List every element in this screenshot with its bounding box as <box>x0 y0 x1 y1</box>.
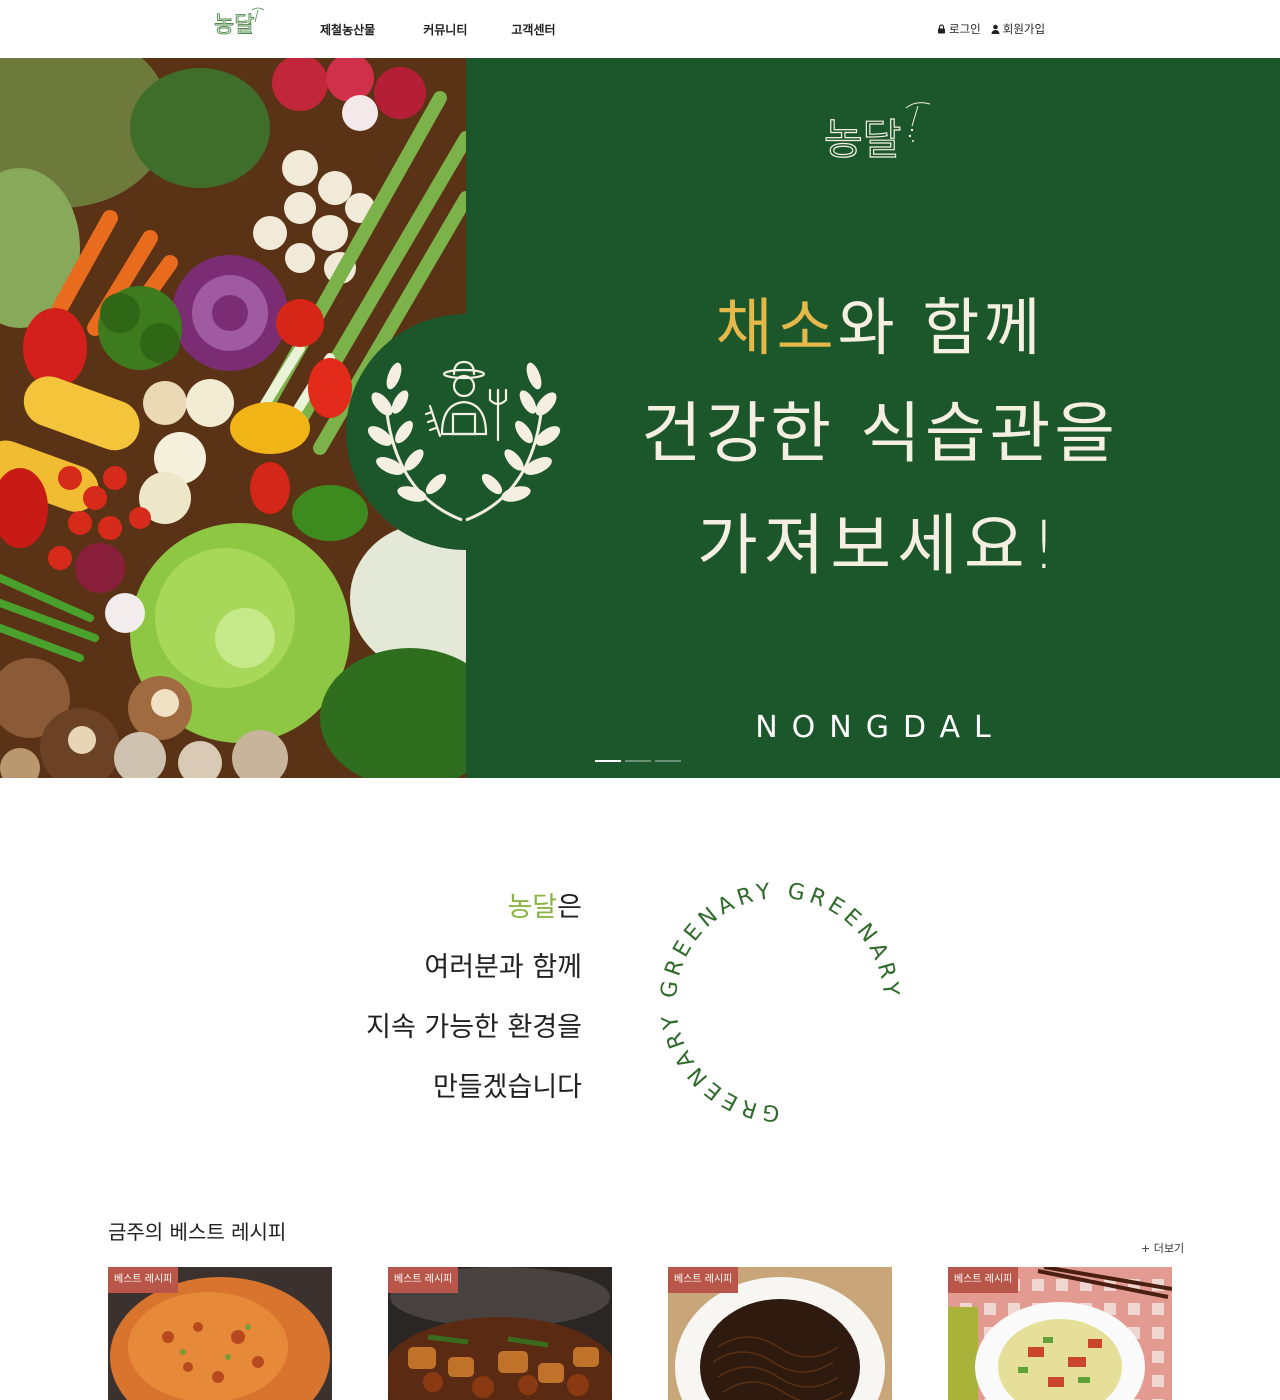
user-icon <box>991 24 1000 34</box>
farmer-wreath-emblem <box>364 344 564 524</box>
signup-label: 회원가입 <box>1002 22 1046 36</box>
intro-line-3: 지속 가능한 환경을 <box>366 1012 582 1043</box>
auth-links: 로그인 회원가입 <box>937 21 1045 37</box>
slide-dot-3[interactable] <box>655 760 681 762</box>
nav-seasonal-produce[interactable]: 제철농산물 <box>320 21 375 38</box>
best-recipe-badge: 베스트 레시피 <box>388 1267 459 1293</box>
intro-statement: 농달은 여러분과 함께 지속 가능한 환경을 만들겠습니다 <box>280 878 582 1118</box>
best-recipe-badge: 베스트 레시피 <box>668 1267 739 1293</box>
headline-line-3: 가져보세요! <box>696 507 1064 584</box>
lock-icon <box>938 24 945 34</box>
intro-line-1: 농달은 <box>280 878 582 938</box>
intro-line-2: 여러분과 함께 <box>424 952 582 983</box>
headline-line-1-rest: 와 함께 <box>837 291 1045 364</box>
logo-text-top: 농달 <box>214 13 254 38</box>
recipe-card-2[interactable]: 베스트 레시피 <box>388 1267 612 1400</box>
svg-text:GREENARY GREENARY GREENARY: GREENARY GREENARY GREENARY <box>657 879 904 1126</box>
recipe-card-1[interactable]: 베스트 레시피 <box>108 1267 332 1400</box>
login-link[interactable]: 로그인 <box>937 21 981 37</box>
headline-line-1: 채소와 함께 <box>560 278 1200 378</box>
nav-community[interactable]: 커뮤니티 <box>423 21 467 38</box>
main-nav: 제철농산물 커뮤니티 고객센터 <box>320 21 556 38</box>
headline-line-2: 건강한 식습관을 <box>640 395 1120 472</box>
site-logo[interactable]: 농달 <box>212 4 270 52</box>
hero-banner: 농달 채소와 함께 건강한 식습관을 가져보세요! NONGDAL <box>0 58 1280 778</box>
best-recipes-title: 금주의 베스트 레시피 <box>108 1220 287 1244</box>
brand-english: NONGDAL <box>755 710 1005 745</box>
greenary-ring: GREENARY GREENARY GREENARY <box>650 872 910 1132</box>
recipe-cards: 베스트 레시피 베스트 레시피 베스트 레시피 베스트 레시피 <box>108 1267 1172 1400</box>
hero-logo-text: 농달 <box>824 115 901 164</box>
best-recipe-badge: 베스트 레시피 <box>948 1267 1019 1293</box>
slide-dot-2[interactable] <box>625 760 651 762</box>
best-recipe-badge: 베스트 레시피 <box>108 1267 179 1293</box>
ring-text: GREENARY GREENARY GREENARY <box>657 879 904 1126</box>
recipe-card-4[interactable]: 베스트 레시피 <box>948 1267 1172 1400</box>
more-link[interactable]: + 더보기 <box>1141 1240 1184 1256</box>
login-label: 로그인 <box>949 22 981 36</box>
hero-logo: 농달 <box>818 94 948 198</box>
intro-line-1-rest: 은 <box>557 892 582 923</box>
intro-brand: 농달 <box>507 892 558 923</box>
site-header: 농달 제철농산물 커뮤니티 고객센터 로그인 회원가입 <box>0 0 1280 58</box>
recipe-card-3[interactable]: 베스트 레시피 <box>668 1267 892 1400</box>
hero-headline: 채소와 함께 건강한 식습관을 가져보세요! <box>560 278 1200 602</box>
slider-pagination <box>595 760 681 762</box>
slide-dot-1[interactable] <box>595 760 621 762</box>
intro-line-4: 만들겠습니다 <box>432 1072 582 1103</box>
headline-highlight: 채소 <box>715 291 838 364</box>
nav-customer-center[interactable]: 고객센터 <box>511 21 555 38</box>
signup-link[interactable]: 회원가입 <box>991 21 1045 37</box>
